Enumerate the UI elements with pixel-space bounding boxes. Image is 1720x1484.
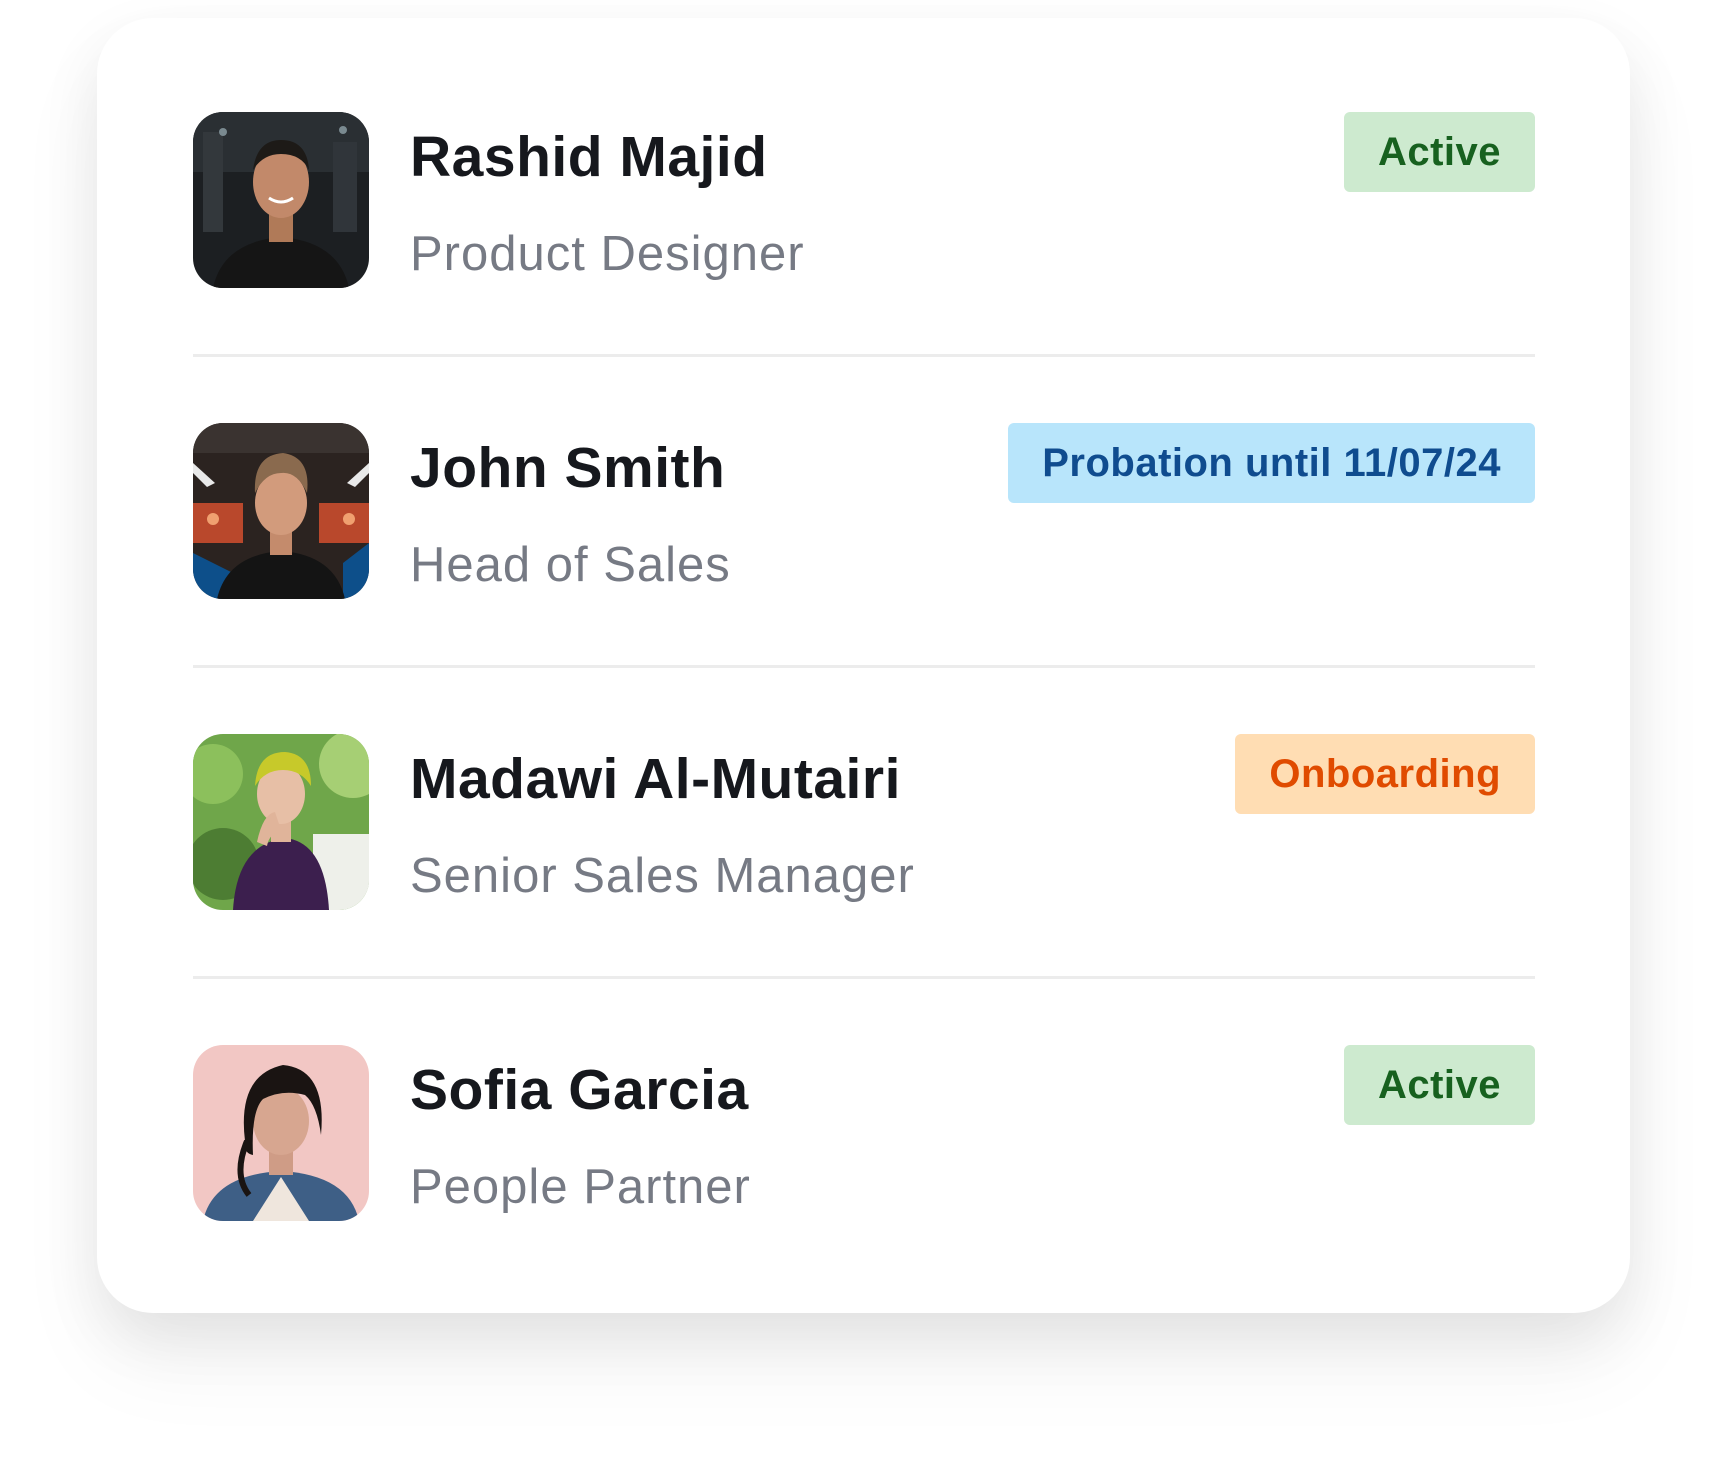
avatar-photo-madawi [193,734,369,910]
employee-role: People Partner [410,1160,751,1214]
employee-row[interactable]: Sofia Garcia People Partner Active [193,1045,1535,1287]
status-badge: Onboarding [1235,734,1535,814]
avatar-photo-rashid [193,112,369,288]
employee-row[interactable]: Madawi Al-Mutairi Senior Sales Manager O… [193,734,1535,979]
employee-name: John Smith [410,436,726,500]
employee-list-card: Rashid Majid Product Designer Active Joh… [97,18,1630,1313]
avatar [193,423,369,599]
avatar [193,734,369,910]
avatar-photo-john [193,423,369,599]
employee-role: Product Designer [410,227,805,281]
avatar [193,112,369,288]
employee-name: Rashid Majid [410,125,768,189]
employee-role: Head of Sales [410,538,731,592]
status-badge: Active [1343,1045,1535,1125]
employee-row[interactable]: John Smith Head of Sales Probation until… [193,423,1535,668]
status-badge: Active [1343,112,1535,192]
employee-name: Sofia Garcia [410,1058,749,1122]
employee-list: Rashid Majid Product Designer Active Joh… [193,112,1535,1287]
avatar-photo-sofia [193,1045,369,1221]
status-badge: Probation until 11/07/24 [1008,423,1535,503]
employee-row[interactable]: Rashid Majid Product Designer Active [193,112,1535,357]
employee-name: Madawi Al-Mutairi [410,747,901,811]
avatar [193,1045,369,1221]
employee-role: Senior Sales Manager [410,849,915,903]
